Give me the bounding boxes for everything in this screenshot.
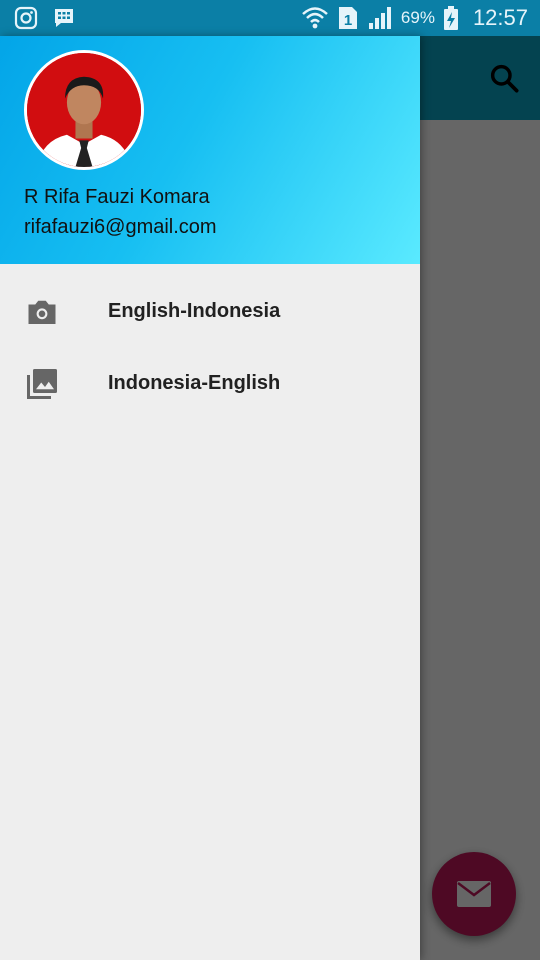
instagram-icon — [14, 6, 38, 30]
status-bar: 1 69% 12:57 — [0, 0, 540, 36]
profile-photo — [27, 53, 141, 167]
menu-item-label: English-Indonesia — [108, 300, 281, 322]
sim-1-icon: 1 — [338, 7, 357, 29]
battery-charging-icon — [443, 6, 458, 30]
drawer-header: R Rifa Fauzi Komara rifafauzi6@gmail.com — [0, 36, 420, 264]
camera-icon — [28, 300, 56, 324]
menu-item-english-indonesia[interactable]: English-Indonesia — [0, 276, 420, 348]
user-name: R Rifa Fauzi Komara — [24, 186, 210, 208]
user-email: rifafauzi6@gmail.com — [24, 216, 217, 238]
avatar[interactable] — [24, 50, 144, 170]
status-clock: 12:57 — [472, 5, 528, 30]
bbm-icon — [55, 9, 73, 27]
navigation-drawer: R Rifa Fauzi Komara rifafauzi6@gmail.com… — [0, 36, 420, 960]
battery-percentage: 69% — [400, 8, 435, 27]
wifi-icon — [302, 7, 328, 29]
drawer-menu: English-Indonesia Indonesia-English — [0, 276, 420, 420]
signal-icon — [368, 7, 391, 29]
menu-item-label: Indonesia-English — [108, 372, 281, 394]
photo-library-icon — [27, 369, 57, 399]
svg-text:1: 1 — [344, 12, 352, 29]
menu-item-indonesia-english[interactable]: Indonesia-English — [0, 348, 420, 420]
